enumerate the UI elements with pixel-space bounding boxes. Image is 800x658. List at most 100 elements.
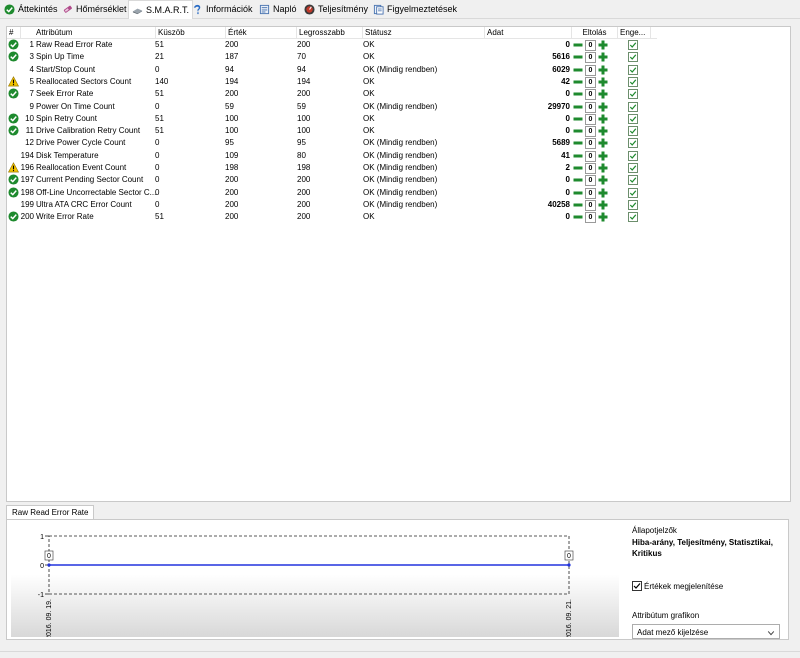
enable-checkbox[interactable] [628, 126, 638, 137]
offset-decrease-button[interactable] [573, 163, 583, 173]
col-header-status[interactable]: Státusz [363, 27, 485, 38]
table-row[interactable]: 199 Ultra ATA CRC Error Count 0 200 200 OK (M… [7, 199, 657, 211]
offset-decrease-button[interactable] [573, 151, 583, 161]
col-header-num[interactable]: # [7, 27, 21, 38]
graph-mode-select[interactable]: Adat mező kijelzése [632, 624, 780, 639]
offset-decrease-button[interactable] [573, 52, 583, 62]
cell-value: 200 [225, 212, 239, 222]
enable-checkbox[interactable] [628, 89, 638, 100]
col-header-value[interactable]: Érték [226, 27, 297, 38]
col-header-worst[interactable]: Legrosszabb [297, 27, 363, 38]
offset-increase-button[interactable] [598, 52, 608, 62]
cell-worst: 200 [297, 212, 311, 222]
enable-checkbox[interactable] [628, 199, 638, 210]
offset-decrease-button[interactable] [573, 77, 583, 87]
table-row[interactable]: 10 Spin Retry Count 51 100 100 OK 0 0 [7, 113, 657, 125]
offset-increase-button[interactable] [598, 102, 608, 112]
offset-decrease-button[interactable] [573, 65, 583, 75]
offset-input[interactable]: 0 [585, 76, 596, 88]
tab-informaciok[interactable]: Információk [189, 1, 256, 17]
offset-input[interactable]: 0 [585, 113, 596, 125]
table-row[interactable]: 5 Reallocated Sectors Count 140 194 194 OK 42 0 [7, 76, 657, 88]
offset-input[interactable]: 0 [585, 138, 596, 150]
cell-worst: 200 [297, 175, 311, 185]
offset-increase-button[interactable] [598, 114, 608, 124]
table-row[interactable]: 12 Drive Power Cycle Count 0 95 95 OK (Mindig… [7, 137, 657, 150]
table-row[interactable]: 197 Current Pending Sector Count 0 200 200 OK… [7, 174, 657, 187]
offset-input[interactable]: 0 [585, 64, 596, 76]
offset-input[interactable]: 0 [585, 199, 596, 211]
offset-increase-button[interactable] [598, 138, 608, 148]
enable-checkbox[interactable] [628, 76, 638, 87]
offset-increase-button[interactable] [598, 212, 608, 222]
col-header-offset[interactable]: Eltolás [572, 27, 618, 38]
enable-checkbox[interactable] [628, 212, 638, 223]
table-row[interactable]: 200 Write Error Rate 51 200 200 OK 0 0 [7, 211, 657, 224]
enable-checkbox[interactable] [628, 187, 638, 198]
offset-input[interactable]: 0 [585, 150, 596, 162]
offset-increase-button[interactable] [598, 151, 608, 161]
table-row[interactable]: 9 Power On Time Count 0 59 59 OK (Mindig rend… [7, 101, 657, 113]
table-row[interactable]: 196 Reallocation Event Count 0 198 198 OK (Mi… [7, 162, 657, 174]
offset-decrease-button[interactable] [573, 212, 583, 222]
offset-decrease-button[interactable] [573, 138, 583, 148]
offset-input[interactable]: 0 [585, 212, 596, 224]
offset-increase-button[interactable] [598, 175, 608, 185]
enable-checkbox[interactable] [628, 40, 638, 50]
offset-increase-button[interactable] [598, 89, 608, 99]
offset-increase-button[interactable] [598, 200, 608, 210]
offset-increase-button[interactable] [598, 77, 608, 87]
offset-input[interactable]: 0 [585, 163, 596, 174]
tab-attribute-graph[interactable]: Raw Read Error Rate [6, 505, 95, 520]
enable-checkbox[interactable] [628, 175, 638, 186]
offset-input[interactable]: 0 [585, 52, 596, 64]
offset-decrease-button[interactable] [573, 200, 583, 210]
offset-input[interactable]: 0 [585, 40, 596, 51]
table-row[interactable]: 198 Off-Line Uncorrectable Sector C... 0 20… [7, 187, 657, 199]
offset-decrease-button[interactable] [573, 89, 583, 99]
offset-decrease-button[interactable] [573, 188, 583, 198]
show-values-checkbox[interactable]: Értékek megjelenítése [632, 581, 723, 591]
enable-checkbox[interactable] [628, 64, 638, 75]
tab-figyelmeztetesek[interactable]: Figyelmeztetések [370, 1, 460, 17]
offset-decrease-button[interactable] [573, 114, 583, 124]
offset-increase-button[interactable] [598, 188, 608, 198]
offset-input[interactable]: 0 [585, 101, 596, 113]
tab-smart[interactable]: S.M.A.R.T. [128, 0, 194, 19]
offset-input[interactable]: 0 [585, 175, 596, 187]
col-header-attribute[interactable]: Attribútum [34, 27, 156, 38]
col-header-data[interactable]: Adat [485, 27, 572, 38]
cell-data: 5616 [552, 52, 570, 62]
tab-homerseklet[interactable]: Hőmérséklet [59, 1, 130, 17]
enable-checkbox[interactable] [628, 150, 638, 161]
offset-increase-button[interactable] [598, 40, 608, 50]
table-row[interactable]: 11 Drive Calibration Retry Count 51 100 100 O… [7, 125, 657, 138]
offset-increase-button[interactable] [598, 163, 608, 173]
checkbox-box[interactable] [632, 581, 642, 591]
offset-input[interactable]: 0 [585, 89, 596, 101]
offset-decrease-button[interactable] [573, 126, 583, 136]
table-row[interactable]: 7 Seek Error Rate 51 200 200 OK 0 0 [7, 88, 657, 101]
offset-increase-button[interactable] [598, 126, 608, 136]
table-row[interactable]: 194 Disk Temperature 0 109 80 OK (Mindig rend… [7, 150, 657, 162]
table-row[interactable]: 4 Start/Stop Count 0 94 94 OK (Mindig rendben… [7, 64, 657, 76]
table-row[interactable]: 1 Raw Read Error Rate 51 200 200 OK 0 0 [7, 39, 657, 51]
enable-checkbox[interactable] [628, 101, 638, 112]
tab-naplo[interactable]: Napló [256, 1, 300, 17]
tab-attekintes[interactable]: Áttekintés [1, 1, 61, 17]
enable-checkbox[interactable] [628, 163, 638, 173]
offset-input[interactable]: 0 [585, 187, 596, 199]
table-row[interactable]: 3 Spin Up Time 21 187 70 OK 5616 0 [7, 51, 657, 64]
col-header-enable[interactable]: Enge... [618, 27, 651, 38]
offset-decrease-button[interactable] [573, 102, 583, 112]
offset-input[interactable]: 0 [585, 126, 596, 138]
enable-checkbox[interactable] [628, 138, 638, 149]
tab-teljesitmeny[interactable]: Teljesítmény [301, 1, 371, 17]
col-header-threshold[interactable]: Küszöb [156, 27, 226, 38]
offset-increase-button[interactable] [598, 65, 608, 75]
y-tick-label: 1 [40, 534, 44, 541]
enable-checkbox[interactable] [628, 52, 638, 63]
offset-decrease-button[interactable] [573, 175, 583, 185]
offset-decrease-button[interactable] [573, 40, 583, 50]
enable-checkbox[interactable] [628, 113, 638, 124]
